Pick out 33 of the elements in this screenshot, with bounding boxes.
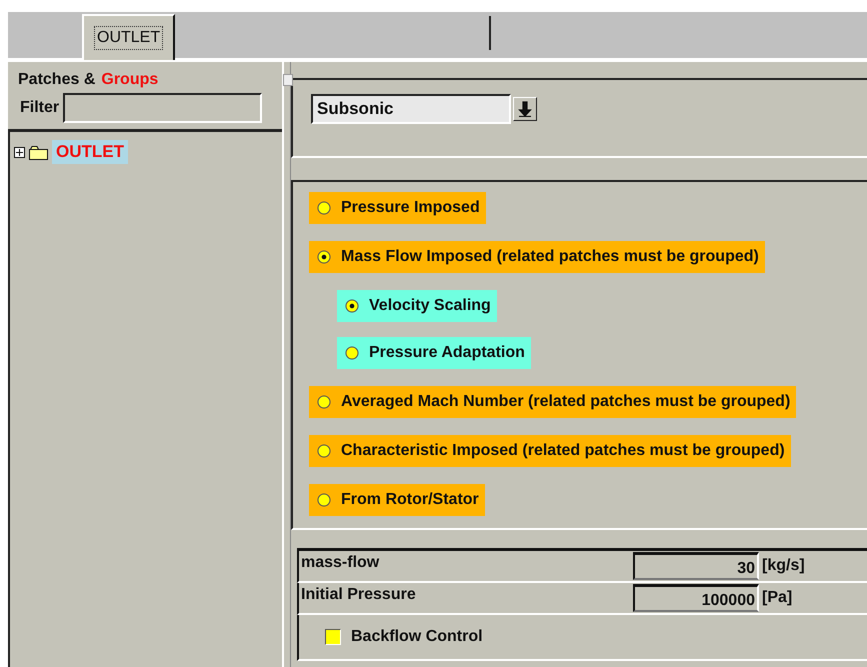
flow-type-dropdown[interactable]: Subsonic <box>311 94 511 124</box>
radio-option[interactable]: Pressure Imposed <box>309 192 486 224</box>
parameter-field[interactable]: 30 <box>633 552 759 580</box>
dropdown-button[interactable] <box>513 97 537 121</box>
parameter-field[interactable]: 100000 <box>633 584 759 612</box>
panel-title: Patches & <box>18 71 96 89</box>
radio-option[interactable]: From Rotor/Stator <box>309 484 485 516</box>
parameter-label: mass-flow <box>300 553 380 572</box>
radio-option[interactable]: Mass Flow Imposed (related patches must be grouped) <box>309 241 765 273</box>
radio-button[interactable] <box>345 346 359 360</box>
radio-option[interactable]: Velocity Scaling <box>337 290 497 322</box>
radio-option[interactable]: Pressure Adaptation <box>337 337 531 369</box>
radio-option[interactable]: Averaged Mach Number (related patches must be grouped) <box>309 386 796 418</box>
tab[interactable]: OUTLET <box>82 14 176 60</box>
unit-label: [kg/s] <box>761 557 805 575</box>
radio-button[interactable] <box>317 250 331 264</box>
splitter-handle[interactable] <box>283 74 293 86</box>
checkbox-label: Backflow Control <box>351 628 483 646</box>
radio-button[interactable] <box>345 299 359 313</box>
unit-label: [Pa] <box>761 589 792 607</box>
checkbox[interactable] <box>325 629 341 645</box>
expand-icon[interactable] <box>14 146 25 158</box>
radio-button[interactable] <box>317 493 331 507</box>
radio-button[interactable] <box>317 395 331 409</box>
panel-title-highlight: Groups <box>101 71 158 89</box>
radio-option[interactable]: Characteristic Imposed (related patches must be grouped) <box>309 435 791 467</box>
filter-field[interactable] <box>63 93 262 123</box>
filter-label: Filter <box>20 99 60 117</box>
folder-icon <box>29 144 48 160</box>
radio-button[interactable] <box>317 201 331 215</box>
radio-button[interactable] <box>317 444 331 458</box>
down-arrow-icon <box>518 101 532 117</box>
parameter-label: Initial Pressure <box>300 585 417 604</box>
